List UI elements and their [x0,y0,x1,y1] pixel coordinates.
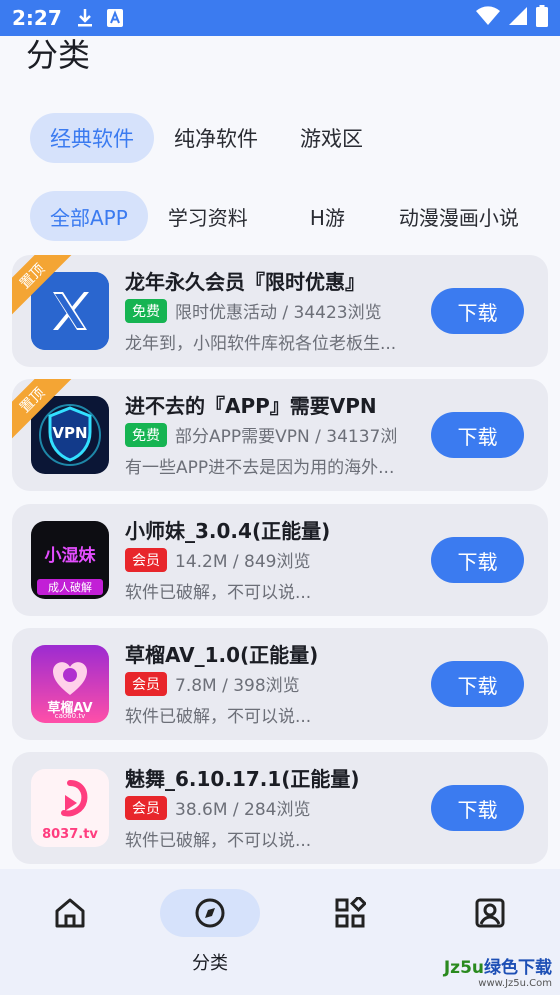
app-card[interactable]: 置顶 龙年永久会员『限时优惠』 免费 限时优惠活动 / 34423浏览 龙年到，… [12,255,548,367]
subtab-study-materials[interactable]: 学习资料 [148,191,268,241]
watermark-url: www.Jz5u.Com [478,978,552,989]
download-icon [76,8,94,28]
app-title: 进不去的『APP』需要VPN [125,394,377,418]
app-stats: 部分APP需要VPN / 34137浏 [175,427,398,447]
nav-apps[interactable] [300,869,400,995]
app-stats: 7.8M / 398浏览 [175,676,300,696]
wifi-icon [476,6,500,30]
app-description: 龙年到，小阳软件库祝各位老板生... [125,334,397,354]
nav-home[interactable] [20,869,120,995]
subtab-h-games[interactable]: H游 [290,191,365,241]
nav-category-label: 分类 [192,953,228,974]
status-time: 2:27 [12,6,62,30]
app-title: 小师妹_3.0.4(正能量) [125,519,331,543]
app-description: 有一些APP进不去是因为用的海外... [125,458,395,478]
app-icon-caoliu: 草榴AV cao60.tv [31,645,109,723]
app-description: 软件已破解，不可以说... [125,583,312,603]
icon-subtitle-text: 成人破解 [37,579,103,595]
app-icon-meiwu: 8037.tv [31,769,109,847]
text-a-icon [106,8,124,28]
bottom-navigation: 分类 Jz5u绿色下载 www.Jz5u.Com [0,869,560,995]
app-description: 软件已破解，不可以说... [125,831,312,851]
vip-badge: 会员 [125,671,167,696]
app-meta: 会员 38.6M / 284浏览 [125,795,311,820]
app-title: 魅舞_6.10.17.1(正能量) [125,767,360,791]
battery-icon [536,5,548,31]
download-button[interactable]: 下载 [431,288,524,334]
icon-title-text: 8037.tv [42,827,98,842]
download-button[interactable]: 下载 [431,412,524,458]
apps-grid-icon [335,897,366,928]
free-badge: 免费 [125,422,167,447]
download-button[interactable]: 下载 [431,537,524,583]
profile-icon [475,898,505,928]
download-button[interactable]: 下载 [431,785,524,831]
home-icon [55,898,85,928]
app-title: 龙年永久会员『限时优惠』 [125,270,365,294]
app-meta: 免费 部分APP需要VPN / 34137浏 [125,422,397,447]
tab-clean-software[interactable]: 纯净软件 [154,113,278,163]
app-icon-xiaoshimei: 小湿妹 成人破解 [31,521,109,599]
app-stats: 38.6M / 284浏览 [175,800,311,820]
compass-icon [195,898,225,928]
app-stats: 14.2M / 849浏览 [175,552,311,572]
nav-home-pill [20,889,120,937]
free-badge: 免费 [125,298,167,323]
watermark: Jz5u绿色下载 www.Jz5u.Com [444,953,552,989]
nav-category[interactable]: 分类 [160,869,260,995]
app-card[interactable]: 小湿妹 成人破解 小师妹_3.0.4(正能量) 会员 14.2M / 849浏览… [12,504,548,616]
vip-badge: 会员 [125,795,167,820]
subtab-anime-comics-novels[interactable]: 动漫漫画小说 [379,191,539,241]
signal-icon [508,6,528,30]
app-meta: 免费 限时优惠活动 / 34423浏览 [125,298,382,323]
sub-tabs: 全部APP 学习资料 H游 动漫漫画小说 [30,191,539,241]
app-card[interactable]: 草榴AV cao60.tv 草榴AV_1.0(正能量) 会员 7.8M / 39… [12,628,548,740]
nav-profile-pill [440,889,540,937]
tab-classic-software[interactable]: 经典软件 [30,113,154,163]
tab-game-zone[interactable]: 游戏区 [280,113,383,163]
watermark-main: Jz5u绿色下载 [443,958,552,978]
nav-category-pill [160,889,260,937]
app-title: 草榴AV_1.0(正能量) [125,643,319,667]
subtab-all-app[interactable]: 全部APP [30,191,148,241]
app-card[interactable]: VPN 置顶 进不去的『APP』需要VPN 免费 部分APP需要VPN / 34… [12,379,548,491]
app-stats: 限时优惠活动 / 34423浏览 [175,303,382,323]
category-tabs: 经典软件 纯净软件 游戏区 [30,113,383,163]
download-button[interactable]: 下载 [431,661,524,707]
icon-subtitle-text: cao60.tv [54,712,86,720]
nav-apps-pill [300,889,400,937]
vpn-label: VPN [52,424,88,442]
vip-badge: 会员 [125,547,167,572]
app-meta: 会员 14.2M / 849浏览 [125,547,311,572]
app-description: 软件已破解，不可以说... [125,707,312,727]
app-meta: 会员 7.8M / 398浏览 [125,671,300,696]
page-title: 分类 [26,36,91,74]
app-card[interactable]: 8037.tv 魅舞_6.10.17.1(正能量) 会员 38.6M / 284… [12,752,548,864]
icon-title-text: 小湿妹 [44,546,96,566]
